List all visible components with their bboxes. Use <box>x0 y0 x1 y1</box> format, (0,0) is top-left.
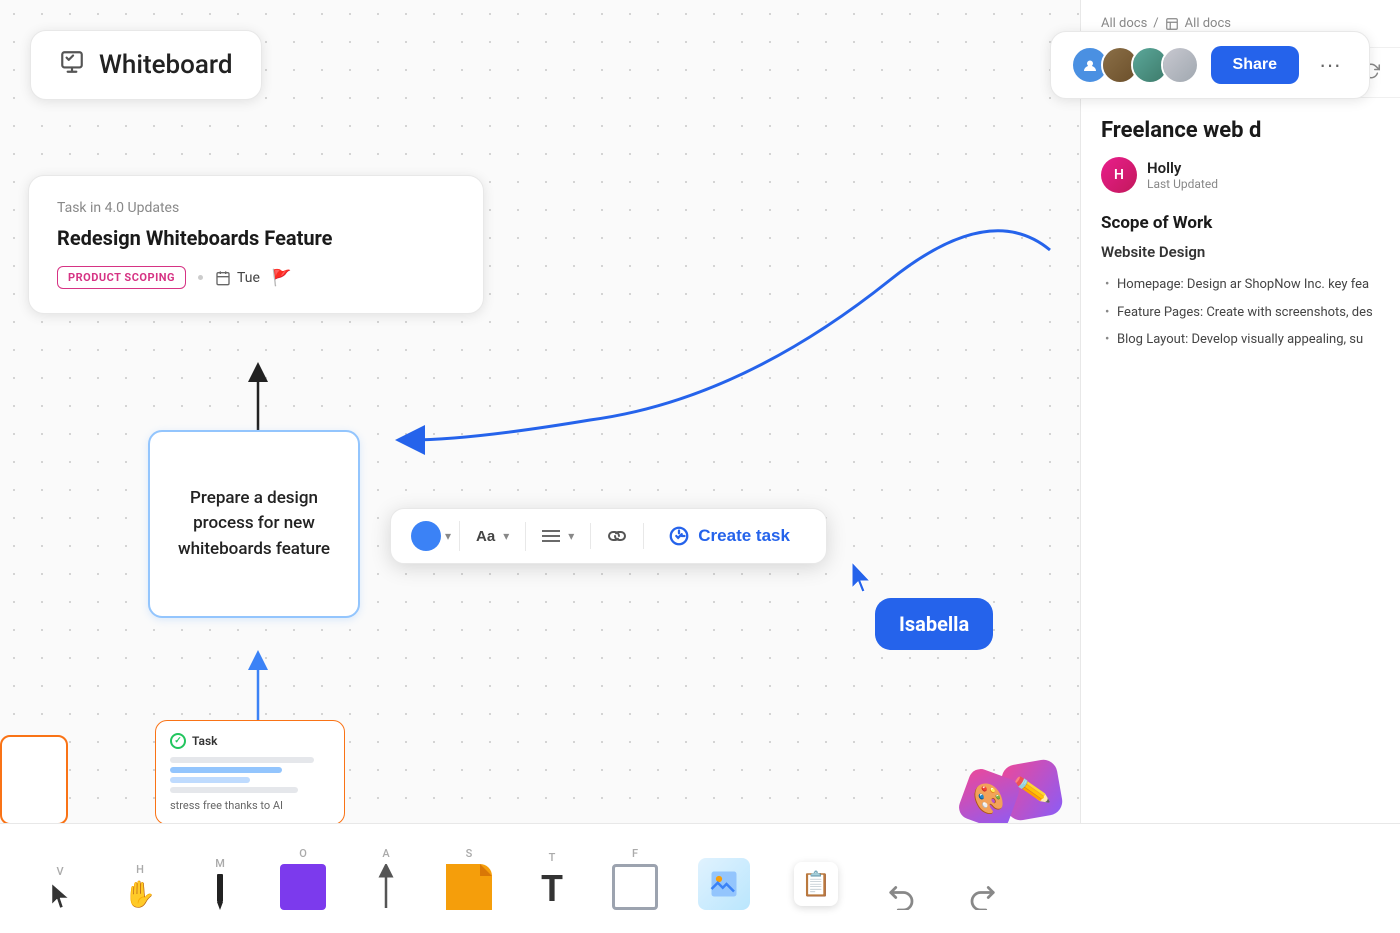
create-task-section[interactable]: Create task <box>644 517 814 555</box>
toolbar-items: V H ✋ M O A <box>20 839 1380 918</box>
list-item-1: Homepage: Design ar ShopNow Inc. key fea <box>1101 271 1380 299</box>
sticker-icon: 📋 <box>790 858 842 910</box>
doc-author: H Holly Last Updated <box>1101 157 1380 193</box>
tool-redo[interactable] <box>942 868 1022 918</box>
tool-key-t: T <box>549 851 556 864</box>
meta-separator <box>198 275 203 280</box>
link-section[interactable] <box>591 523 644 549</box>
alignment-button[interactable]: ▾ <box>534 523 582 549</box>
more-options-button[interactable]: ··· <box>1311 48 1349 82</box>
bottom-toolbar: V H ✋ M O A <box>0 823 1400 933</box>
panel-content: Freelance web d H Holly Last Updated Sco… <box>1081 98 1400 921</box>
link-button[interactable] <box>599 523 635 549</box>
tool-key-f: F <box>632 847 638 860</box>
task-date: Tue <box>215 270 260 286</box>
whiteboard-title-card[interactable]: Whiteboard <box>30 30 262 100</box>
tool-undo[interactable] <box>862 868 942 918</box>
share-button[interactable]: Share <box>1211 46 1299 84</box>
whiteboard-title: Whiteboard <box>99 50 233 80</box>
doc-title: Freelance web d <box>1101 118 1380 143</box>
color-circle[interactable] <box>411 521 441 551</box>
breadcrumb-all-docs-1[interactable]: All docs <box>1101 16 1147 31</box>
flag-icon: 🚩 <box>272 268 292 287</box>
list-item-2: Feature Pages: Create with screenshots, … <box>1101 299 1380 327</box>
color-chevron[interactable]: ▾ <box>445 529 451 543</box>
header-right: Share ··· <box>1050 31 1370 99</box>
avatar-group <box>1071 46 1199 84</box>
task-line-3 <box>170 787 298 793</box>
tool-frame[interactable]: F <box>592 839 678 918</box>
align-chevron: ▾ <box>568 529 574 543</box>
redo-icon <box>967 880 997 910</box>
cursor-near-toolbar <box>848 560 876 602</box>
author-name: Holly <box>1147 159 1218 177</box>
task-card-meta: PRODUCT SCOPING Tue 🚩 <box>57 266 455 289</box>
hand-icon: ✋ <box>124 880 156 910</box>
task-preview-card[interactable]: ✓ Task stress free thanks to AI <box>155 720 345 825</box>
product-scoping-tag: PRODUCT SCOPING <box>57 266 186 289</box>
isabella-label: Isabella <box>899 612 969 636</box>
frame-icon <box>612 864 658 910</box>
task-card[interactable]: Task in 4.0 Updates Redesign Whiteboards… <box>28 175 484 314</box>
sticky-icon <box>446 864 492 910</box>
avatar-4 <box>1161 46 1199 84</box>
small-orange-card[interactable] <box>0 735 68 825</box>
color-picker-section[interactable]: ▾ <box>403 521 460 551</box>
font-size-section[interactable]: Aa ▾ <box>460 522 526 551</box>
font-size-icon: Aa <box>476 528 495 545</box>
right-panel: All docs / All docs Add comment Freelanc… <box>1080 0 1400 933</box>
tool-key-h: H <box>136 863 144 876</box>
task-check-icon: ✓ <box>170 733 186 749</box>
task-line-1 <box>170 757 314 763</box>
format-toolbar: ▾ Aa ▾ ▾ <box>390 508 827 564</box>
task-lines <box>170 757 330 793</box>
purple-shape-icon <box>280 864 326 910</box>
tool-key-o: O <box>299 847 307 860</box>
list-item-3: Blog Layout: Develop visually appealing,… <box>1101 326 1380 354</box>
undo-icon <box>887 880 917 910</box>
tool-key-v: V <box>56 865 63 878</box>
tool-key-a: A <box>382 847 389 860</box>
tool-text[interactable]: T T <box>512 843 592 918</box>
tool-image[interactable] <box>678 846 770 918</box>
isabella-tooltip: Isabella <box>875 598 993 650</box>
tool-key-m: M <box>215 857 225 870</box>
tool-sticky[interactable]: S <box>426 839 512 918</box>
website-design-subtitle: Website Design <box>1101 243 1380 261</box>
tool-key-s: S <box>466 847 473 860</box>
process-card[interactable]: Prepare a design process for new whitebo… <box>148 430 360 618</box>
date-text: Tue <box>237 270 260 286</box>
tool-marker[interactable]: M <box>180 849 260 918</box>
task-preview-label: Task <box>192 734 218 748</box>
scope-of-work-title: Scope of Work <box>1101 213 1380 233</box>
author-avatar: H <box>1101 157 1137 193</box>
breadcrumb-separator: / <box>1153 16 1158 31</box>
font-chevron: ▾ <box>503 529 509 543</box>
image-icon <box>698 858 750 910</box>
alignment-section[interactable]: ▾ <box>526 523 591 549</box>
process-card-text: Prepare a design process for new whitebo… <box>166 486 342 563</box>
last-updated: Last Updated <box>1147 177 1218 191</box>
task-line-blue <box>170 767 282 773</box>
tool-hand[interactable]: H ✋ <box>100 855 180 918</box>
task-preview-bottom: stress free thanks to AI <box>170 799 330 812</box>
task-card-subtitle: Task in 4.0 Updates <box>57 200 455 216</box>
header-bar: Whiteboard Share ··· <box>30 30 1370 100</box>
tool-sticker[interactable]: 📋 <box>770 846 862 918</box>
task-preview-header: ✓ Task <box>170 733 330 749</box>
tool-arrow[interactable]: A <box>346 839 426 918</box>
create-task-label: Create task <box>698 526 790 546</box>
tool-cursor[interactable]: V <box>20 857 100 918</box>
font-size-button[interactable]: Aa ▾ <box>468 522 517 551</box>
tool-shape[interactable]: O <box>260 839 346 918</box>
task-card-title: Redesign Whiteboards Feature <box>57 226 455 250</box>
create-task-button[interactable]: Create task <box>652 517 806 555</box>
text-t-icon: T <box>541 868 563 910</box>
breadcrumb-all-docs-2[interactable]: All docs <box>1185 16 1231 31</box>
whiteboard-icon <box>59 49 85 81</box>
task-line-blue2 <box>170 777 250 783</box>
